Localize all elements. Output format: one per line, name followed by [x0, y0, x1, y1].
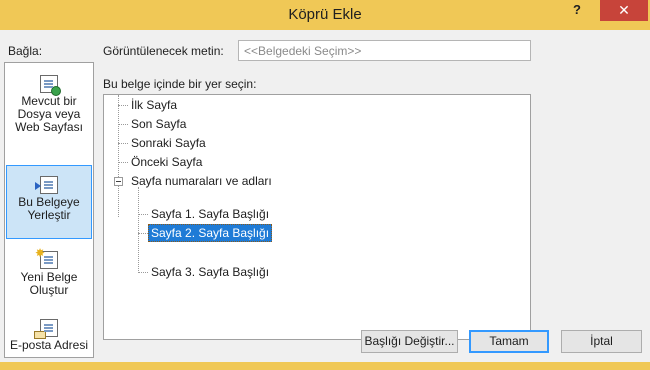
link-new-document[interactable]: ✸ Yeni Belge Oluştur — [6, 247, 92, 307]
tree-item-page-2[interactable]: Sayfa 2. Sayfa Başlığı — [148, 224, 273, 242]
display-text-label: Görüntülenecek metin: — [103, 44, 224, 58]
link-item-label: Yerleştir — [27, 208, 71, 222]
tree-item-first-page[interactable]: İlk Sayfa — [129, 97, 179, 113]
link-existing-file[interactable]: Mevcut bir Dosya veya Web Sayfası — [6, 69, 92, 141]
tree-guide-line — [138, 214, 148, 215]
tree-item-last-page[interactable]: Son Sayfa — [129, 116, 188, 132]
link-to-panel: Mevcut bir Dosya veya Web Sayfası Bu Bel… — [4, 62, 94, 358]
collapse-toggle[interactable] — [114, 177, 123, 186]
tree-guide-line — [138, 233, 148, 234]
tree-guide-line — [118, 95, 119, 217]
tree-guide-line — [138, 272, 148, 273]
window-frame-bottom — [0, 362, 650, 370]
help-button[interactable]: ? — [568, 2, 586, 20]
ok-button[interactable]: Tamam — [469, 330, 549, 353]
display-text-input[interactable] — [238, 40, 531, 61]
link-email-address[interactable]: E-posta Adresi — [6, 317, 92, 357]
tree-item-page-3[interactable]: Sayfa 3. Sayfa Başlığı — [149, 264, 271, 280]
tree-item-previous-page[interactable]: Önceki Sayfa — [129, 154, 204, 170]
dialog-title: Köprü Ekle — [288, 6, 362, 23]
link-item-label: E-posta Adresi — [9, 338, 89, 352]
dialog-body: Bağla: Mevcut bir Dosya veya Web Sayfası… — [0, 30, 650, 362]
tree-item-page-1[interactable]: Sayfa 1. Sayfa Başlığı — [149, 206, 271, 222]
insert-hyperlink-dialog: Köprü Ekle ? ✕ Bağla: Mevcut bir Dosya v… — [0, 0, 650, 370]
tree-guide-line — [118, 143, 128, 144]
document-place-tree[interactable]: İlk Sayfa Son Sayfa Sonraki Sayfa Önceki… — [103, 94, 531, 340]
change-title-button[interactable]: Başlığı Değiştir... — [361, 330, 458, 353]
link-place-in-document[interactable]: Bu Belgeye Yerleştir — [6, 165, 92, 239]
tree-guide-line — [118, 162, 128, 163]
tree-item-page-titles[interactable]: Sayfa numaraları ve adları — [129, 173, 274, 189]
existing-file-icon — [40, 75, 61, 96]
close-button[interactable]: ✕ — [600, 0, 648, 21]
tree-guide-line — [118, 105, 128, 106]
new-document-icon: ✸ — [35, 247, 58, 269]
tree-guide-line — [138, 187, 139, 273]
cancel-button[interactable]: İptal — [561, 330, 642, 353]
place-in-document-icon — [35, 176, 58, 194]
link-item-label: Oluştur — [29, 283, 69, 297]
tree-item-next-page[interactable]: Sonraki Sayfa — [129, 135, 208, 151]
title-bar: Köprü Ekle ? ✕ — [0, 0, 650, 30]
link-item-label: Web Sayfası — [15, 120, 83, 134]
place-in-document-label: Bu belge içinde bir yer seçin: — [103, 77, 257, 91]
email-address-icon — [34, 319, 58, 339]
link-to-label: Bağla: — [8, 44, 43, 58]
tree-guide-line — [118, 124, 128, 125]
